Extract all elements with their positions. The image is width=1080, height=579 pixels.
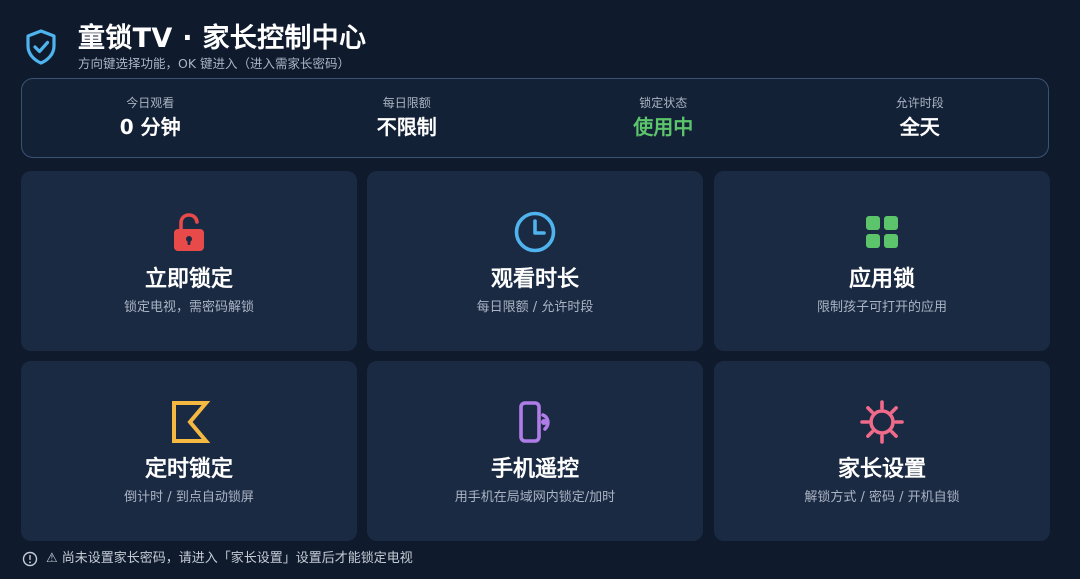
tile-watch-time[interactable]: 观看时长 每日限额 / 允许时段 xyxy=(367,171,703,351)
status-summary-bar: 今日观看 0 分钟 每日限额 不限制 锁定状态 使用中 允许时段 全天 xyxy=(21,78,1049,158)
header: 童锁TV · 家长控制中心 方向键选择功能，OK 键进入（进入需家长密码） xyxy=(24,22,366,74)
tile-description: 每日限额 / 允许时段 xyxy=(476,300,594,315)
tile-parent-settings[interactable]: 家长设置 解锁方式 / 密码 / 开机自锁 xyxy=(714,361,1050,541)
footer-notice: ⚠ 尚未设置家长密码，请进入「家长设置」设置后才能锁定电视 xyxy=(22,549,413,569)
title-block: 童锁TV · 家长控制中心 方向键选择功能，OK 键进入（进入需家长密码） xyxy=(78,22,366,72)
stat-lock-status: 锁定状态 使用中 xyxy=(535,79,792,157)
stat-label: 允许时段 xyxy=(895,96,944,110)
tile-title: 应用锁 xyxy=(848,267,915,292)
gear-icon xyxy=(859,399,905,445)
tile-description: 锁定电视，需密码解锁 xyxy=(123,300,254,315)
stat-daily-limit: 每日限额 不限制 xyxy=(279,79,536,157)
tile-title: 立即锁定 xyxy=(144,267,233,292)
tile-description: 用手机在局域网内锁定/加时 xyxy=(454,490,616,505)
stat-today-watched: 今日观看 0 分钟 xyxy=(22,79,279,157)
tile-lock-now[interactable]: 立即锁定 锁定电视，需密码解锁 xyxy=(21,171,357,351)
tile-description: 解锁方式 / 密码 / 开机自锁 xyxy=(804,490,960,505)
page-title: 童锁TV · 家长控制中心 xyxy=(78,23,367,54)
stat-value: 全天 xyxy=(899,115,940,139)
shield-check-icon xyxy=(26,29,56,65)
stat-label: 锁定状态 xyxy=(639,96,688,110)
tile-title: 观看时长 xyxy=(490,267,579,292)
tile-app-lock[interactable]: 应用锁 限制孩子可打开的应用 xyxy=(714,171,1050,351)
tile-description: 限制孩子可打开的应用 xyxy=(816,300,947,315)
tile-title: 手机遥控 xyxy=(490,457,579,482)
footer-text: ⚠ 尚未设置家长密码，请进入「家长设置」设置后才能锁定电视 xyxy=(46,551,413,566)
tile-phone-remote[interactable]: 手机遥控 用手机在局域网内锁定/加时 xyxy=(367,361,703,541)
tile-title: 定时锁定 xyxy=(144,457,233,482)
parental-control-home: 童锁TV · 家长控制中心 方向键选择功能，OK 键进入（进入需家长密码） 今日… xyxy=(0,0,1080,579)
stat-allowed-period: 允许时段 全天 xyxy=(792,79,1049,157)
stat-value: 0 分钟 xyxy=(119,115,181,139)
tile-title: 家长设置 xyxy=(837,457,926,482)
status-badge: 使用中 xyxy=(633,115,694,139)
phone-remote-icon xyxy=(512,399,558,445)
stat-label: 今日观看 xyxy=(126,96,175,110)
tile-description: 倒计时 / 到点自动锁屏 xyxy=(124,490,254,505)
info-icon xyxy=(22,551,38,567)
clock-icon xyxy=(512,209,558,255)
stat-label: 每日限额 xyxy=(382,96,431,110)
page-subtitle: 方向键选择功能，OK 键进入（进入需家长密码） xyxy=(78,56,351,71)
hourglass-icon xyxy=(166,399,212,445)
tile-scheduled-lock[interactable]: 定时锁定 倒计时 / 到点自动锁屏 xyxy=(21,361,357,541)
padlock-icon xyxy=(166,209,212,255)
app-grid-icon xyxy=(859,209,905,255)
stat-value: 不限制 xyxy=(376,115,437,139)
